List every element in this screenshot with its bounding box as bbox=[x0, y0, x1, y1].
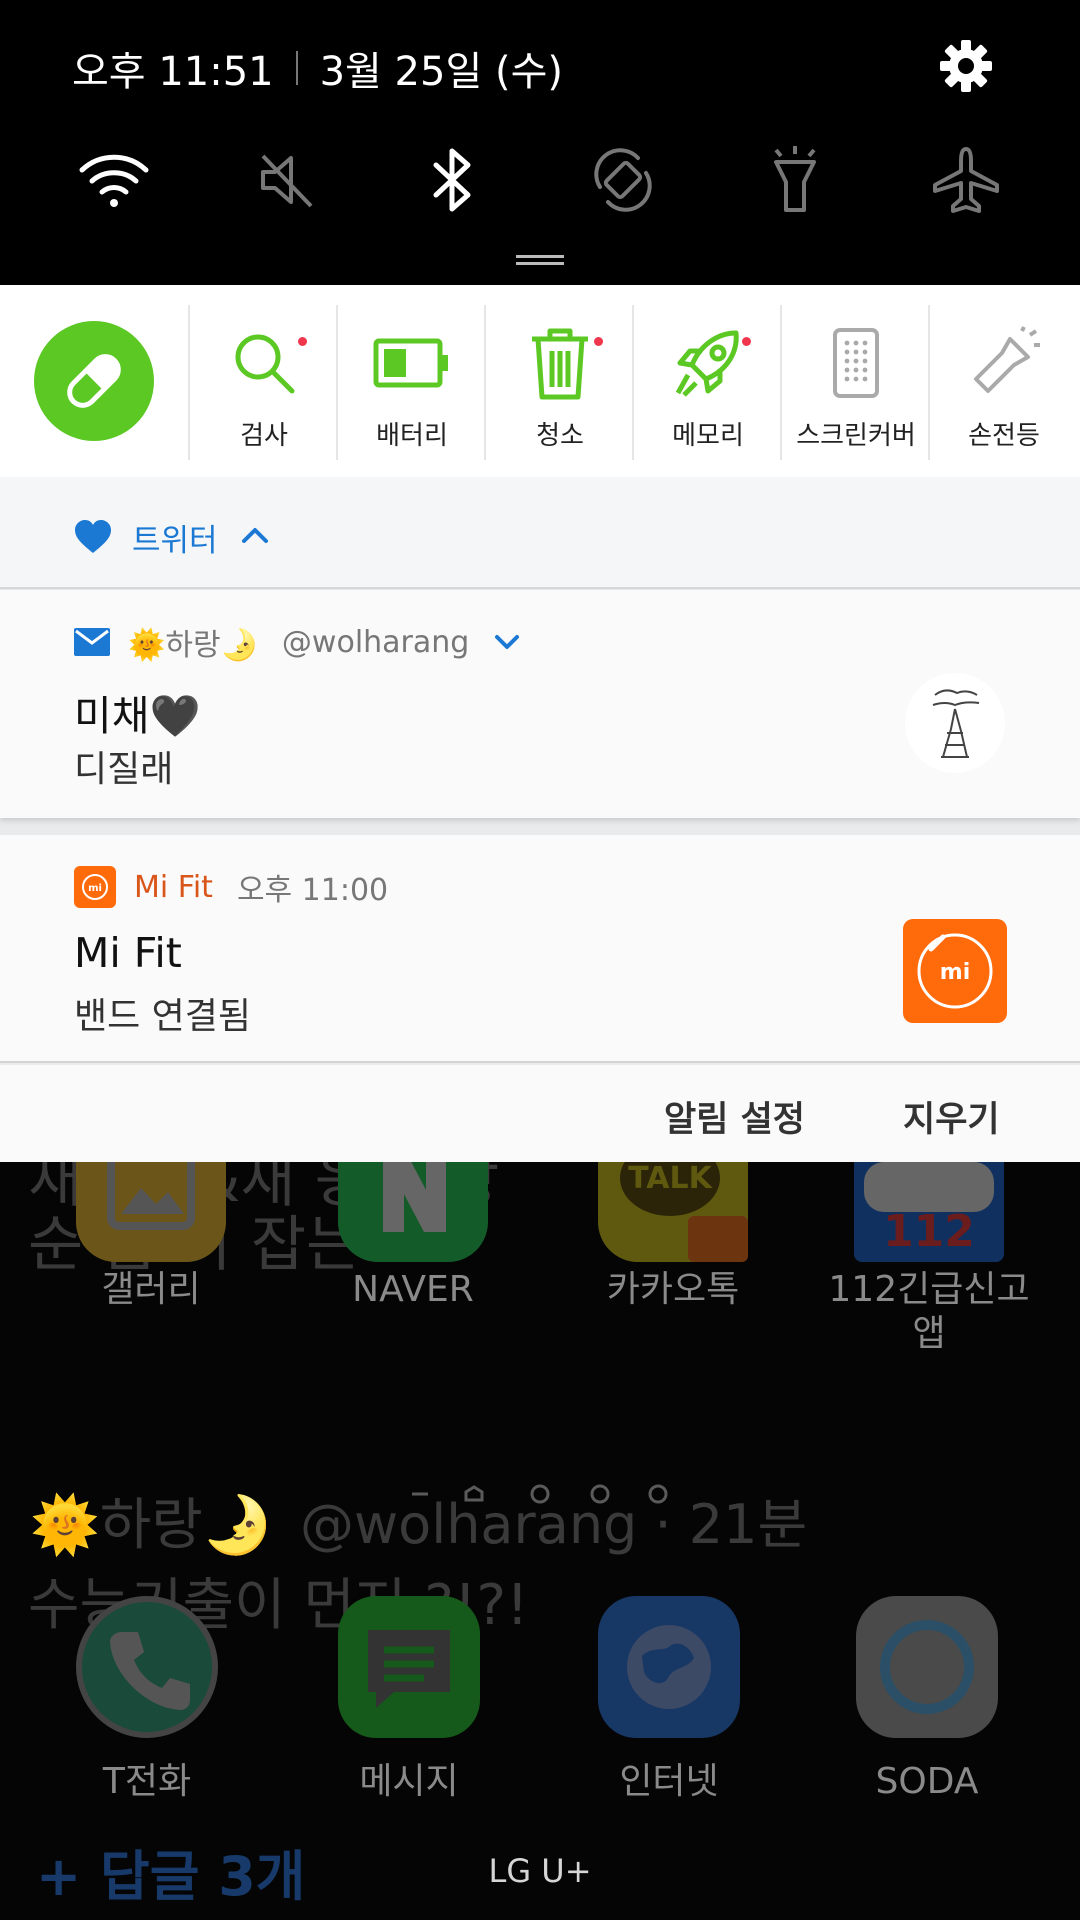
tool-clean[interactable]: 청소 bbox=[484, 305, 632, 460]
tool-screen-cover[interactable]: 스크린커버 bbox=[780, 305, 928, 460]
app-name: Mi Fit bbox=[134, 869, 213, 905]
notification-meta: mi Mi Fit 오후 11:00 bbox=[74, 866, 389, 908]
tool-label: 검사 bbox=[240, 421, 288, 451]
notification-body: 밴드 연결됨 bbox=[74, 996, 252, 1037]
rocket-icon bbox=[668, 323, 748, 403]
app-label: NAVER bbox=[352, 1269, 474, 1310]
quick-settings-panel: 오후 11:51 3월 25일 (수) bbox=[0, 0, 1080, 285]
battery-icon bbox=[372, 323, 452, 403]
messages-app-icon[interactable] bbox=[338, 1596, 480, 1738]
alert-dot bbox=[298, 337, 307, 346]
avatar bbox=[905, 673, 1005, 773]
svg-text:TALK: TALK bbox=[628, 1162, 713, 1196]
twitter-notification[interactable]: 🌞하랑🌛 @wolharang 미채🖤 디질래 bbox=[0, 590, 1080, 818]
booster-widget: 검사 배터리 청소 메모리 스크린커버 손전등 bbox=[0, 285, 1080, 477]
mail-icon bbox=[74, 628, 110, 656]
group-title: 트위터 bbox=[132, 523, 218, 559]
alert-dot bbox=[594, 337, 603, 346]
search-icon bbox=[224, 323, 304, 403]
alert-dot bbox=[742, 337, 751, 346]
tool-label: 스크린커버 bbox=[796, 421, 916, 451]
date[interactable]: 3월 25일 (수) bbox=[320, 39, 563, 97]
notification-title: Mi Fit bbox=[74, 929, 182, 977]
chevron-up-icon[interactable] bbox=[240, 525, 270, 549]
app-label: 112긴급신고 앱 bbox=[828, 1269, 1030, 1354]
notification-list: 트위터 🌞하랑🌛 @wolharang 미채🖤 디질래 mi Mi Fit 오후… bbox=[0, 477, 1080, 1162]
notification-settings-button[interactable]: 알림 설정 bbox=[664, 1091, 805, 1142]
panel-drag-handle[interactable] bbox=[516, 255, 564, 265]
tool-label: 메모리 bbox=[672, 421, 744, 451]
clock: 오후 11:51 bbox=[72, 49, 274, 95]
emergency-112-app-icon[interactable]: 112 bbox=[854, 1162, 1004, 1262]
internet-app-icon[interactable] bbox=[598, 1596, 740, 1738]
naver-app-icon[interactable] bbox=[338, 1162, 488, 1262]
app-label: SODA bbox=[875, 1761, 979, 1802]
notification-body: 디질래 bbox=[74, 749, 174, 790]
gallery-app-icon[interactable] bbox=[76, 1162, 226, 1262]
app-label: 갤러리 bbox=[101, 1269, 201, 1310]
flashlight-icon[interactable] bbox=[755, 140, 835, 220]
mute-icon[interactable] bbox=[247, 140, 327, 220]
auto-rotate-icon[interactable] bbox=[583, 140, 663, 220]
clear-all-button[interactable]: 지우기 bbox=[903, 1091, 1000, 1142]
notification-time: 오후 11:00 bbox=[236, 873, 389, 908]
tool-label: 청소 bbox=[536, 421, 584, 451]
tool-flashlight[interactable]: 손전등 bbox=[928, 305, 1076, 460]
mifit-notification[interactable]: mi Mi Fit 오후 11:00 Mi Fit 밴드 연결됨 mi bbox=[0, 835, 1080, 1063]
booster-pill-button[interactable] bbox=[34, 321, 154, 441]
tool-label: 배터리 bbox=[376, 421, 448, 451]
soda-app-icon[interactable] bbox=[856, 1596, 998, 1738]
status-row: 오후 11:51 3월 25일 (수) bbox=[72, 40, 563, 96]
svg-text:mi: mi bbox=[940, 960, 970, 985]
home-screen-background: 새로운&새 응원 방 순 좀 이 잡는 TALK 112 갤러리 NAVER 카… bbox=[0, 1162, 1080, 1920]
app-label: 인터넷 bbox=[619, 1761, 719, 1802]
background-tweet-handle: @wolharang · 21분 bbox=[300, 1493, 808, 1556]
svg-text:112: 112 bbox=[883, 1206, 975, 1257]
tool-label: 손전등 bbox=[968, 421, 1040, 451]
divider bbox=[295, 51, 298, 85]
flashlight-icon bbox=[964, 323, 1044, 403]
heart-icon bbox=[74, 519, 112, 559]
app-label: 카카오톡 bbox=[606, 1269, 740, 1310]
mi-fit-large-icon: mi bbox=[903, 919, 1007, 1023]
notification-group-header[interactable]: 트위터 bbox=[0, 477, 1080, 589]
trash-icon bbox=[520, 323, 600, 403]
mi-fit-icon: mi bbox=[74, 866, 116, 908]
airplane-mode-icon[interactable] bbox=[926, 140, 1006, 220]
notification-meta: 🌞하랑🌛 @wolharang bbox=[74, 622, 521, 663]
app-label: T전화 bbox=[102, 1761, 192, 1802]
sender-handle: @wolharang bbox=[281, 624, 470, 660]
screen-cover-icon bbox=[816, 323, 896, 403]
tool-memory[interactable]: 메모리 bbox=[632, 305, 780, 460]
sender-name: 🌞하랑🌛 bbox=[128, 628, 258, 663]
svg-text:mi: mi bbox=[88, 883, 102, 894]
wifi-icon[interactable] bbox=[74, 140, 154, 220]
tool-scan[interactable]: 검사 bbox=[188, 305, 336, 460]
bluetooth-icon[interactable] bbox=[413, 140, 493, 220]
phone-app-icon[interactable] bbox=[76, 1596, 218, 1738]
background-tweet-name: 🌞하랑🌛 bbox=[30, 1493, 273, 1558]
settings-gear-icon[interactable] bbox=[936, 36, 996, 96]
app-label: 메시지 bbox=[359, 1761, 459, 1802]
tool-battery[interactable]: 배터리 bbox=[336, 305, 484, 460]
notification-actions: 알림 설정 지우기 bbox=[0, 1065, 1080, 1162]
quick-toggle-row bbox=[0, 140, 1080, 220]
kakaotalk-app-icon[interactable]: TALK bbox=[598, 1162, 748, 1262]
chevron-down-icon[interactable] bbox=[493, 633, 521, 651]
notification-title: 미채🖤 bbox=[74, 692, 201, 740]
carrier-label: LG U+ bbox=[488, 1852, 592, 1890]
